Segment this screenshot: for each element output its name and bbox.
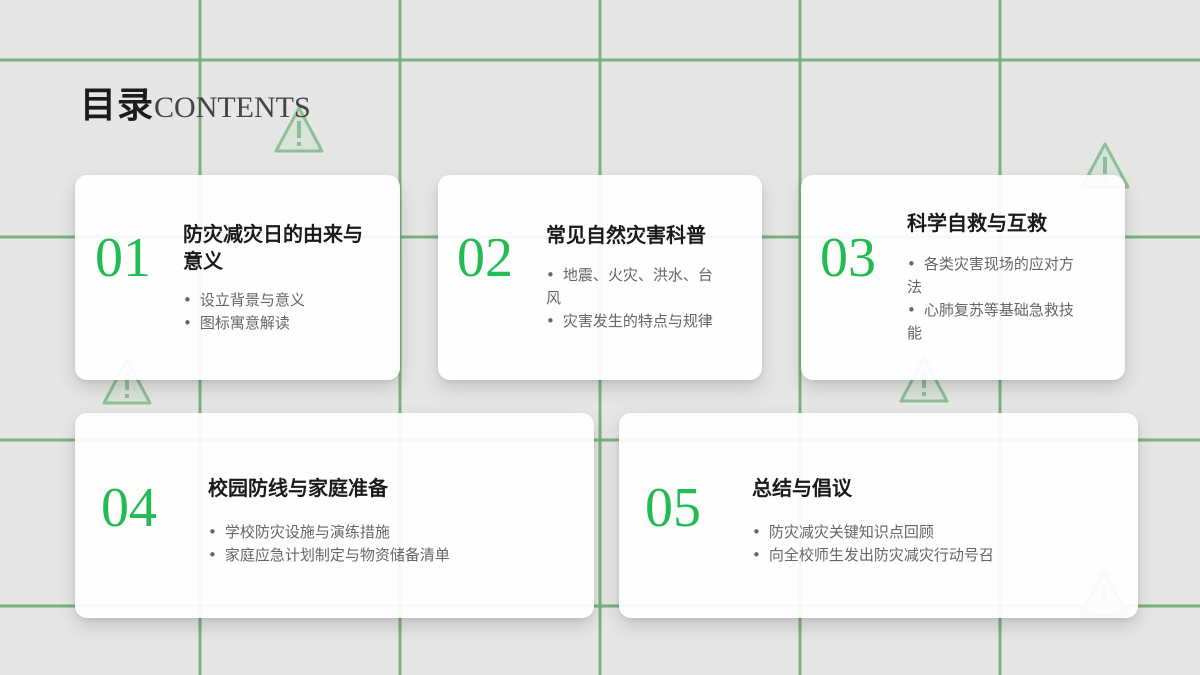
bullet-item: 家庭应急计划制定与物资储备清单 <box>208 544 568 567</box>
section-bullets: 防灾减灾关键知识点回顾 向全校师生发出防灾减灾行动号召 <box>752 521 1112 567</box>
bullet-item: 防灾减灾关键知识点回顾 <box>752 521 1112 544</box>
contents-card-05[interactable]: 05 总结与倡议 防灾减灾关键知识点回顾 向全校师生发出防灾减灾行动号召 <box>619 413 1138 618</box>
section-number: 05 <box>645 477 701 539</box>
bullet-item: 向全校师生发出防灾减灾行动号召 <box>752 544 1112 567</box>
page-title-en: CONTENTS <box>154 91 311 124</box>
bullet-item: 灾害发生的特点与规律 <box>546 310 726 333</box>
contents-card-03[interactable]: 03 科学自救与互救 各类灾害现场的应对方法 心肺复苏等基础急救技能 <box>801 175 1125 380</box>
section-title: 防灾减灾日的由来与意义 <box>183 222 363 273</box>
bullet-item: 设立背景与意义 <box>183 289 383 312</box>
bullet-item: 各类灾害现场的应对方法 <box>907 253 1087 299</box>
bullet-item: 地震、火灾、洪水、台风 <box>546 264 726 310</box>
section-number: 02 <box>457 227 513 289</box>
section-title: 科学自救与互救 <box>907 211 1047 235</box>
page-title: 目录CONTENTS <box>80 76 311 128</box>
section-title: 总结与倡议 <box>752 476 852 500</box>
section-number: 04 <box>101 477 157 539</box>
bullet-item: 学校防灾设施与演练措施 <box>208 521 568 544</box>
section-bullets: 各类灾害现场的应对方法 心肺复苏等基础急救技能 <box>907 253 1087 345</box>
contents-card-04[interactable]: 04 校园防线与家庭准备 学校防灾设施与演练措施 家庭应急计划制定与物资储备清单 <box>75 413 594 618</box>
section-title: 校园防线与家庭准备 <box>208 476 388 500</box>
section-title: 常见自然灾害科普 <box>546 223 706 247</box>
section-bullets: 设立背景与意义 图标寓意解读 <box>183 289 383 335</box>
section-number: 01 <box>95 227 151 289</box>
bullet-item: 图标寓意解读 <box>183 312 383 335</box>
section-bullets: 学校防灾设施与演练措施 家庭应急计划制定与物资储备清单 <box>208 521 568 567</box>
bullet-item: 心肺复苏等基础急救技能 <box>907 299 1087 345</box>
page-title-cn: 目录 <box>80 85 155 126</box>
section-bullets: 地震、火灾、洪水、台风 灾害发生的特点与规律 <box>546 264 726 333</box>
contents-card-01[interactable]: 01 防灾减灾日的由来与意义 设立背景与意义 图标寓意解读 <box>75 175 400 380</box>
section-number: 03 <box>820 227 876 289</box>
contents-card-02[interactable]: 02 常见自然灾害科普 地震、火灾、洪水、台风 灾害发生的特点与规律 <box>438 175 762 380</box>
